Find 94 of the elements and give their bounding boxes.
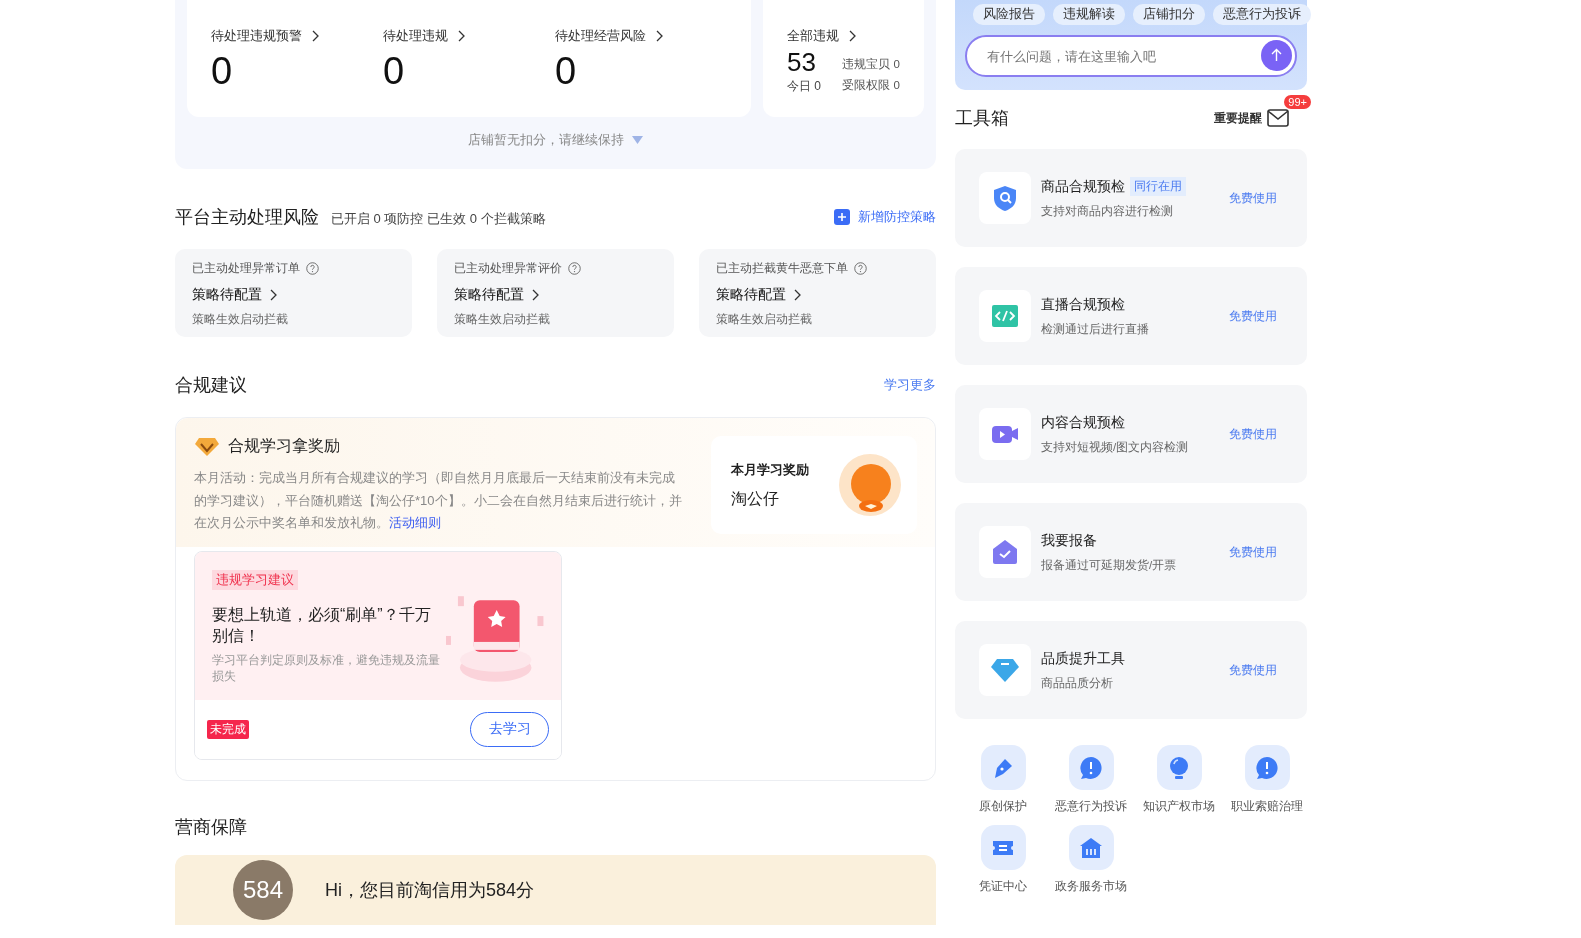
stat-value: 0 [211,49,234,94]
help-icon[interactable] [306,262,319,275]
mail-icon [1267,109,1289,127]
chevron-icon [268,288,278,302]
add-strategy-link[interactable]: 新增防控策略 [834,208,936,226]
reward-description: 本月活动：完成当月所有合规建议的学习（即自然月月底最后一天结束前没有未完成的学习建议），平台随机赠送【淘公仔*10个】。小二会在自然月结束后进行统计，并在次月公示中奖名单和发放礼物。活动细则 [194,469,683,532]
chevron-icon [310,29,320,43]
prize-name: 淘公仔 [731,488,780,509]
alert-chat-icon [1255,755,1279,780]
chevron-icon [847,29,857,43]
summary-text: 已开启 0 项防控 已生效 0 个拦截策略 [331,210,546,228]
section-title: 工具箱 [955,107,1009,130]
status-link[interactable]: 策略待配置 [454,286,540,304]
count-badge: 99+ [1284,95,1311,109]
card-label: 已主动处理异常订单 [192,260,300,277]
total-link[interactable]: 全部违规 [787,27,857,45]
tool-name: 直播合规预检 [1041,295,1125,314]
today-count: 今日 0 [787,78,821,96]
help-icon[interactable] [568,262,581,275]
status-link[interactable]: 策略待配置 [192,286,278,304]
reward-title: 合规学习拿奖励 [228,436,340,456]
prize-label: 本月学习奖励 [731,460,809,479]
count-text: 受限权限 0 [842,78,900,93]
status-link[interactable]: 策略待配置 [716,286,802,304]
section-title: 营商保障 [175,815,247,839]
shortcut-item[interactable]: 凭证中心 [959,825,1047,895]
tool-description: 商品品质分析 [1041,675,1113,691]
tool-description: 检测通过后进行直播 [1041,321,1149,337]
study-button[interactable]: 去学习 [470,711,549,747]
stat-link[interactable]: 待处理违规 [383,27,466,45]
status-badge: 未完成 [207,719,249,739]
stat-value: 0 [383,49,406,94]
house-check-icon [991,538,1019,566]
use-link[interactable]: 免费使用 [1229,189,1277,207]
diamond-icon [194,436,220,457]
chevron-icon [792,288,802,302]
tool-name: 商品合规预检 [1041,177,1125,196]
use-link[interactable]: 免费使用 [1229,425,1277,443]
mascot-icon [839,454,901,516]
shortcut-item[interactable]: 知识产权市场 [1135,745,1223,815]
learn-more-link[interactable]: 学习更多 [884,376,936,394]
tag-label: 同行在用 [1130,177,1186,196]
building-icon [1079,835,1103,860]
tool-name: 品质提升工具 [1041,649,1125,668]
section-title: 合规建议 [175,374,247,397]
diamond-icon [991,656,1019,684]
card-note: 策略生效启动拦截 [192,312,289,327]
tool-description: 支持对商品内容进行检测 [1041,204,1173,219]
shield-search-icon [991,184,1019,212]
tool-name: 内容合规预检 [1041,413,1125,432]
send-button[interactable] [1261,40,1292,71]
credit-score: 584 [233,859,293,920]
question-input[interactable]: 有什么问题，请在这里输入吧 [985,47,1255,65]
quick-question-chip[interactable]: 风险报告 [973,4,1045,25]
shortcut-item[interactable]: 政务服务市场 [1047,825,1135,895]
use-link[interactable]: 免费使用 [1229,543,1277,561]
credit-greeting: Hi，您目前淘信用为584分 [325,878,535,902]
card-note: 策略生效启动拦截 [454,312,551,327]
chevron-icon [456,29,466,43]
card-label: 已主动处理异常评价 [454,260,562,277]
shortcut-item[interactable]: 原创保护 [959,745,1047,815]
bulb-icon [1167,755,1191,780]
lesson-description: 学习平台判定原则及标准，避免违规及流量损失 [212,652,441,684]
quick-question-chip[interactable]: 恶意行为投诉 [1213,4,1311,25]
stat-link[interactable]: 待处理违规预警 [211,27,320,45]
plus-icon [834,209,850,225]
tool-name: 我要报备 [1041,531,1097,550]
question-field[interactable]: 有什么问题，请在这里输入吧 [965,35,1297,77]
chevron-icon [530,288,540,302]
lesson-title: 要想上轨道，必须“刷单”？千万别信！ [212,604,432,646]
use-link[interactable]: 免费使用 [1229,661,1277,679]
shortcut-item[interactable]: 恶意行为投诉 [1047,745,1135,815]
rules-link[interactable]: 活动细则 [389,515,441,530]
stat-value: 0 [555,49,578,94]
quick-question-chip[interactable]: 违规解读 [1053,4,1125,25]
reminder-link[interactable]: 重要提醒 [1214,109,1289,127]
status-text: 店铺暂无扣分，请继续保持 [468,131,624,149]
chevron-icon [654,29,664,43]
help-icon[interactable] [854,262,867,275]
count-text: 违规宝贝 0 [842,57,900,72]
shortcut-item[interactable]: 职业索赔治理 [1223,745,1311,815]
tool-description: 支持对短视频/图文内容检测 [1041,439,1189,455]
tag-label: 违规学习建议 [212,569,298,590]
caret-icon[interactable] [632,136,643,144]
alert-chat-icon [1079,755,1103,780]
use-link[interactable]: 免费使用 [1229,307,1277,325]
tool-description: 报备通过可延期发货/开票 [1041,557,1177,573]
section-title: 平台主动处理风险 [175,206,319,229]
quick-question-chip[interactable]: 店铺扣分 [1133,4,1205,25]
code-icon [991,302,1019,330]
card-label: 已主动拦截黄牛恶意下单 [716,260,848,277]
card-note: 策略生效启动拦截 [716,312,813,327]
stat-link[interactable]: 待处理经营风险 [555,27,664,45]
total-value: 53 [787,47,817,79]
